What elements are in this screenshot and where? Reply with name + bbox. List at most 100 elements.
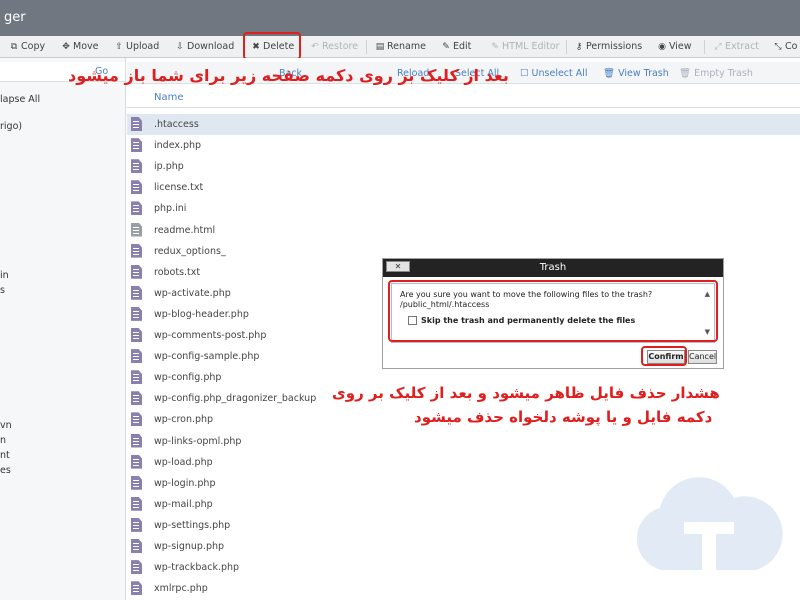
empty-trash-button[interactable]: 🗑 Empty Trash [679, 68, 753, 79]
file-name: wp-links-opml.php [154, 435, 242, 447]
download-button[interactable]: ⇩ Download [175, 41, 234, 52]
upload-icon: ⇧ [115, 42, 123, 52]
file-icon [131, 201, 142, 216]
file-row[interactable]: xmlrpc.php [127, 578, 800, 599]
key-icon: ⚷ [575, 42, 583, 52]
toolbar-divider [704, 40, 705, 54]
html-editor-button[interactable]: ✎ HTML Editor [490, 41, 559, 52]
file-icon [131, 475, 142, 490]
main-toolbar: ⧉ Copy ✥ Move ⇧ Upload ⇩ Download ✖ Delete ↶ R… [0, 36, 800, 58]
view-label: View [669, 41, 692, 52]
file-name: wp-activate.php [154, 287, 231, 299]
file-name: wp-settings.php [154, 519, 231, 531]
tree-folder[interactable]: in [0, 270, 9, 281]
file-row[interactable]: ip.php [127, 156, 800, 177]
copy-label: Copy [21, 41, 46, 52]
file-icon [131, 117, 142, 131]
file-name: redux_options_ [154, 245, 226, 257]
copy-icon: ⧉ [10, 42, 18, 52]
eye-icon: ◉ [658, 42, 666, 52]
column-header: Name [127, 86, 800, 108]
upload-button[interactable]: ⇧ Upload [114, 41, 159, 52]
pencil-icon: ✎ [491, 42, 499, 52]
compress-label: Co [785, 41, 798, 52]
file-icon [131, 581, 142, 596]
file-icon [131, 496, 142, 511]
file-row[interactable]: readme.html [127, 220, 800, 241]
tree-folder[interactable]: s [0, 285, 5, 296]
unselect-icon: ☐ [520, 68, 532, 79]
copy-button[interactable]: ⧉ Copy [9, 41, 45, 52]
trash-icon: 🗑 [679, 68, 695, 79]
rename-button[interactable]: ▤ Rename [375, 41, 426, 52]
file-row[interactable]: php.ini [127, 198, 800, 219]
confirm-highlight [641, 346, 687, 366]
annotation-top: بعد از کلیک بر روی دکمه صفحه زیر برای شم… [68, 66, 509, 85]
name-column-header[interactable]: Name [154, 92, 184, 103]
title-bar: ger [0, 0, 800, 36]
file-icon [131, 159, 142, 174]
tree-folder[interactable]: es [0, 465, 11, 476]
rename-label: Rename [387, 41, 426, 52]
file-row[interactable]: wp-links-opml.php [127, 431, 800, 452]
dialog-body-highlight [388, 280, 718, 342]
file-icon [131, 243, 142, 258]
undo-icon: ↶ [311, 42, 319, 52]
restore-button[interactable]: ↶ Restore [310, 41, 358, 52]
move-icon: ✥ [62, 42, 70, 52]
annotation-bottom-line1: هشدار حذف فایل ظاهر میشود و بعد از کلیک … [332, 384, 720, 402]
extract-button[interactable]: ⤢ Extract [713, 41, 759, 52]
file-row[interactable]: license.txt [127, 177, 800, 198]
file-name: wp-mail.php [154, 498, 213, 510]
edit-button[interactable]: ✎ Edit [441, 41, 471, 52]
compress-icon: ⤡ [774, 42, 782, 52]
file-name: wp-cron.php [154, 414, 214, 426]
compress-button[interactable]: ⤡ Co [773, 41, 797, 52]
file-name: wp-blog-header.php [154, 308, 249, 320]
file-icon [131, 517, 142, 532]
file-name: wp-config.php_dragonizer_backup [154, 393, 317, 405]
file-icon [131, 138, 142, 153]
annotation-bottom-line2: دکمه فایل و یا پوشه دلخواه حذف میشود [414, 408, 713, 426]
extract-icon: ⤢ [714, 42, 722, 52]
trash-icon: 🗑 [603, 68, 619, 79]
collapse-all-button[interactable]: lapse All [0, 94, 40, 105]
cloud-watermark [636, 477, 783, 570]
file-icon [131, 349, 142, 364]
dialog-close-button[interactable]: ✕ [386, 261, 410, 272]
unselect-all-button[interactable]: ☐ Unselect All [520, 68, 588, 79]
toolbar-divider [566, 40, 567, 54]
file-name: license.txt [154, 182, 204, 194]
cancel-button[interactable]: Cancel [688, 350, 717, 364]
edit-label: Edit [453, 41, 472, 52]
tree-folder[interactable]: n [0, 435, 6, 446]
tree-folder[interactable]: nt [0, 450, 10, 461]
view-button[interactable]: ◉ View [657, 41, 692, 52]
file-name: wp-config-sample.php [154, 351, 260, 363]
file-row[interactable]: .htaccess [127, 114, 800, 135]
move-label: Move [73, 41, 99, 52]
file-name: wp-config.php [154, 372, 222, 384]
file-icon [131, 454, 142, 469]
file-name: php.ini [154, 203, 187, 215]
dialog-titlebar: Trash ✕ [383, 259, 723, 277]
file-name: wp-signup.php [154, 541, 225, 552]
tree-folder[interactable]: vn [0, 420, 12, 431]
file-row[interactable]: index.php [127, 135, 800, 156]
file-icon [131, 560, 142, 575]
file-name: readme.html [154, 224, 216, 236]
file-name: wp-load.php [154, 456, 213, 468]
file-icon [131, 328, 142, 342]
delete-highlight [243, 32, 301, 60]
download-label: Download [187, 41, 235, 52]
file-name: robots.txt [154, 266, 201, 278]
file-name: ip.php [154, 161, 184, 173]
file-name: index.php [154, 140, 202, 152]
file-icon [131, 180, 142, 195]
upload-label: Upload [126, 41, 160, 52]
permissions-button[interactable]: ⚷ Permissions [574, 41, 643, 52]
view-trash-button[interactable]: 🗑 View Trash [603, 68, 669, 79]
move-button[interactable]: ✥ Move [61, 41, 98, 52]
tree-root[interactable]: rigo) [0, 121, 22, 132]
rename-icon: ▤ [375, 42, 385, 52]
